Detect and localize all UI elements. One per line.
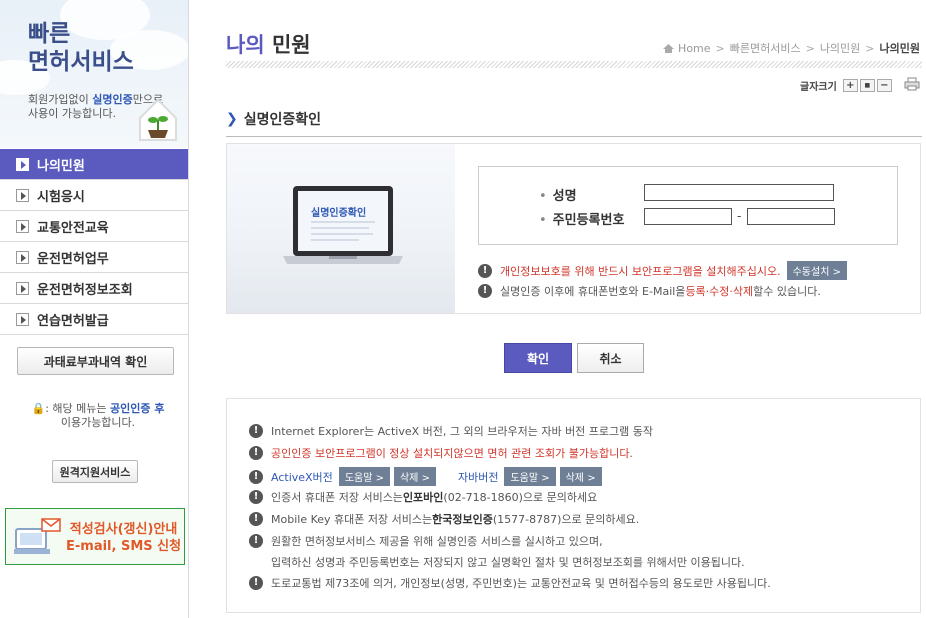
service-title: 빠른 면허서비스 [28,21,134,75]
font-size-label: 글자크기 [800,82,837,93]
lock-icon: 🔒 [31,402,46,415]
alert-icon: ! [249,424,263,438]
activex-label: ActiveX버전 [271,470,333,484]
laptop-illustration: 실명인증확인 [227,144,455,313]
notice-box: ! Internet Explorer는 ActiveX 버전, 그 외의 브라우… [226,398,921,613]
breadcrumb-current: 나의민원 [879,42,920,55]
arrow-right-icon [16,219,29,233]
font-decrease-button[interactable]: − [876,79,892,92]
renewal-notice-banner[interactable]: 적성검사(갱신)안내 E-mail, SMS 신청 [5,508,185,565]
activex-delete-button[interactable]: 삭제 > [393,467,436,486]
notice-item: ! 원활한 면허정보서비스 제공을 위해 실명인증 서비스를 실시하고 있으며, [249,533,603,549]
notice-item: ! 공인인증 보안프로그램이 정상 설치되지않으면 면허 관련 조회가 불가능합니… [249,445,633,461]
sidebar-item-label: 시험응시 [37,189,85,205]
alert-icon: ! [249,534,263,548]
sidebar-item-license-info[interactable]: 운전면허정보조회 [0,273,188,304]
print-icon[interactable] [904,77,920,91]
rrn-front-input[interactable] [644,208,732,225]
font-increase-button[interactable]: + [842,79,858,92]
cancel-button[interactable]: 취소 [577,343,644,373]
sidebar-item-safety-education[interactable]: 교통안전교육 [0,211,188,242]
register-edit-delete-link[interactable]: 등록·수정·삭제 [685,283,753,299]
service-banner: 빠른 면허서비스 회원가입없이 실명인증만으로 사용이 가능합니다. [0,0,188,148]
sidebar-item-label: 운전면허정보조회 [37,282,133,298]
laptop-icon [283,186,403,264]
manual-install-button[interactable]: 수동설치 > [786,261,847,280]
rrn-back-input[interactable] [747,208,835,225]
notice-line: 적성검사(갱신)안내 [69,522,178,537]
alert-icon: ! [249,469,263,484]
chevron-right-icon: ❯ [226,111,238,127]
notice-item: ! 도로교통법 제73조에 의거, 개인정보(성명, 주민번호)는 교통안전교육 … [249,575,771,591]
font-reset-button[interactable]: ■ [859,79,875,92]
sidebar-item-label: 교통안전교육 [37,220,109,236]
alert-icon: ! [249,446,263,460]
name-input[interactable] [644,184,834,201]
notice-line: E-mail, SMS 신청 [66,539,182,554]
security-warning: ! 개인정보보호를 위해 반드시 보안프로그램을 설치해주십시오. 수동설치 > [478,261,847,280]
remote-support-button[interactable]: 원격지원서비스 [52,460,138,483]
arrow-right-icon [16,281,29,295]
breadcrumb-item[interactable]: 나의민원 [820,40,860,56]
notice-item: ! 인증서 휴대폰 저장 서비스는 인포바인 (02-718-1860)으로 문의하… [249,489,597,505]
sidebar-item-my-petition[interactable]: 나의민원 [0,149,188,180]
arrow-right-icon [16,312,29,326]
sidebar-item-label: 운전면허업무 [37,251,109,267]
breadcrumb-item[interactable]: 빠른면허서비스 [730,40,801,56]
breadcrumb: Home > 빠른면허서비스 > 나의민원 > 나의민원 [662,40,920,56]
java-delete-button[interactable]: 삭제 > [559,467,602,486]
section-title: ❯ 실명인증확인 [226,111,322,128]
sidebar: 빠른 면허서비스 회원가입없이 실명인증만으로 사용이 가능합니다. 나의민원 … [0,0,189,618]
sidebar-item-license-work[interactable]: 운전면허업무 [0,242,188,273]
rrn-dash: - [737,209,742,223]
font-size-control: 글자크기 + ■ − [800,78,892,93]
cert-note: 🔒: 해당 메뉴는 공인인증 후 이용가능합니다. [31,402,165,429]
sidebar-item-exam[interactable]: 시험응시 [0,180,188,211]
notice-item: ! Internet Explorer는 ActiveX 버전, 그 외의 브라우… [249,423,653,439]
sidebar-item-label: 연습면허발급 [37,313,109,329]
breadcrumb-home[interactable]: Home [678,42,710,55]
contact-info-note: ! 실명인증 이후에 휴대폰번호와 E-Mail을 등록·수정·삭제 할수 있습니… [478,283,821,299]
verification-form: 성명 주민등록번호 - [478,166,898,245]
arrow-right-icon [16,157,29,171]
rrn-label: 주민등록번호 [539,209,625,228]
sidebar-item-label: 나의민원 [37,158,85,174]
plant-icon [139,98,177,141]
alert-icon: ! [478,284,492,298]
section-divider [226,136,922,137]
sidebar-item-practice-license[interactable]: 연습면허발급 [0,304,188,335]
alert-icon: ! [249,490,263,504]
fine-history-button[interactable]: 과태료부과내역 확인 [17,347,174,375]
java-label: 자바버전 [457,470,499,484]
screen-title: 실명인증확인 [311,208,367,219]
page-title: 나의 민원 [226,33,311,57]
name-label: 성명 [539,185,577,204]
confirm-button[interactable]: 확인 [504,343,572,373]
activex-help-button[interactable]: 도움말 > [338,467,390,486]
java-help-button[interactable]: 도움말 > [504,467,556,486]
arrow-right-icon [16,188,29,202]
arrow-right-icon [16,250,29,264]
alert-icon: ! [478,263,492,278]
alert-icon: ! [249,512,263,526]
verification-box: 실명인증확인 성명 주민등록번호 - ! 개인정보보호를 위해 반드시 보안프로… [226,143,921,314]
notice-item: ! ActiveX버전 도움말 > 삭제 > 자바버전 도움말 > 삭제 > [249,467,602,486]
alert-icon: ! [249,576,263,590]
title-divider [226,61,922,68]
notice-item-continued: 입력하신 성명과 주민등록번호는 저장되지 않고 실명확인 절차 및 면허정보조… [271,556,745,569]
computer-mail-icon [14,518,61,554]
home-icon [663,43,675,53]
notice-item: ! Mobile Key 휴대폰 저장 서비스는 한국정보인증 (1577-8787… [249,511,639,527]
